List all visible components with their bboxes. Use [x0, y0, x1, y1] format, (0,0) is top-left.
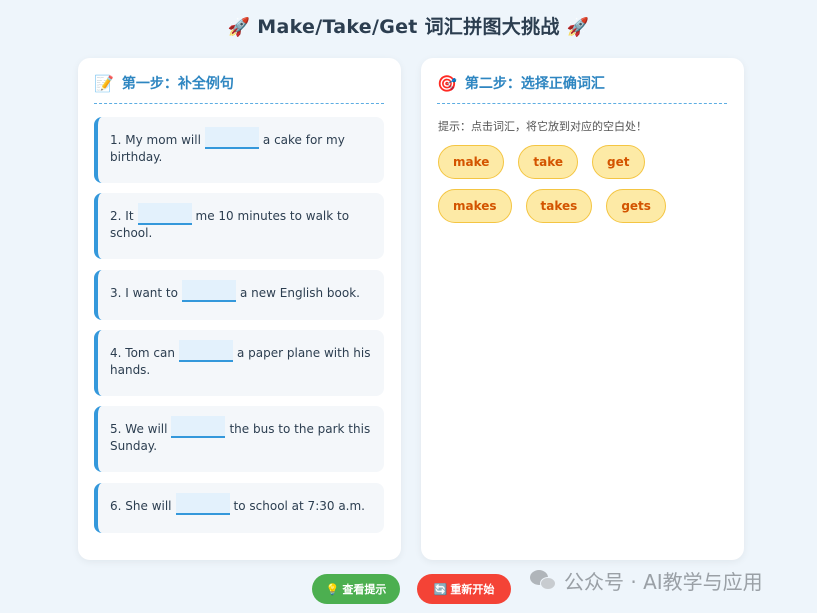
sentence-panel-heading: 第一步：补全例句	[121, 76, 234, 92]
sentence-item: 1. My mom will a cake for my birthday.	[94, 117, 384, 183]
sentence-item: 4. Tom can a paper plane with his hands.	[94, 330, 384, 396]
word-panel-header: 🎯 第二步：选择正确词汇	[437, 74, 727, 104]
word-panel-heading: 第二步：选择正确词汇	[464, 76, 605, 92]
restart-button[interactable]: 🔄 重新开始	[417, 574, 511, 604]
sentence-item: 5. We will the bus to the park this Sunda…	[94, 406, 384, 472]
answer-blank[interactable]	[181, 280, 236, 302]
lightbulb-icon: 💡	[325, 582, 340, 596]
sentence-panel-header: 📝 第一步：补全例句	[94, 74, 384, 104]
watermark: 公众号 · AI教学与应用	[530, 566, 763, 595]
sentence-item: 6. She will to school at 7:30 a.m.	[94, 483, 384, 533]
rocket-icon: 🚀	[227, 17, 251, 38]
target-icon: 🎯	[437, 74, 457, 93]
word-chip-make[interactable]: make	[438, 145, 505, 179]
answer-blank[interactable]	[175, 493, 230, 515]
refresh-icon: 🔄	[433, 582, 448, 596]
sentence-item: 3. I want to a new English book.	[94, 270, 384, 320]
show-hint-button[interactable]: 💡 查看提示	[312, 574, 400, 604]
word-chip-makes[interactable]: makes	[438, 189, 512, 223]
word-chip-get[interactable]: get	[592, 145, 645, 179]
wechat-icon	[530, 568, 558, 594]
word-chip-take[interactable]: take	[518, 145, 579, 179]
sentence-item: 2. It me 10 minutes to walk to school.	[94, 193, 384, 259]
answer-blank[interactable]	[178, 340, 233, 362]
word-bank: make take get makes takes gets	[438, 145, 728, 223]
watermark-text: 公众号 · AI教学与应用	[564, 570, 763, 594]
sentence-panel: 📝 第一步：补全例句 1. My mom will a cake for my b…	[78, 58, 401, 560]
answer-blank[interactable]	[204, 127, 259, 149]
page-title: 🚀 Make/Take/Get 词汇拼图大挑战 🚀	[0, 12, 817, 39]
word-panel: 🎯 第二步：选择正确词汇 提示：点击词汇，将它放到对应的空白处！ make ta…	[421, 58, 744, 560]
memo-icon: 📝	[94, 74, 114, 93]
page-title-text: Make/Take/Get 词汇拼图大挑战	[257, 16, 560, 38]
rocket-icon: 🚀	[566, 17, 590, 38]
answer-blank[interactable]	[137, 203, 192, 225]
answer-blank[interactable]	[171, 416, 226, 438]
hint-text: 提示：点击词汇，将它放到对应的空白处！	[438, 120, 647, 133]
word-chip-gets[interactable]: gets	[606, 189, 666, 223]
word-chip-takes[interactable]: takes	[525, 189, 593, 223]
